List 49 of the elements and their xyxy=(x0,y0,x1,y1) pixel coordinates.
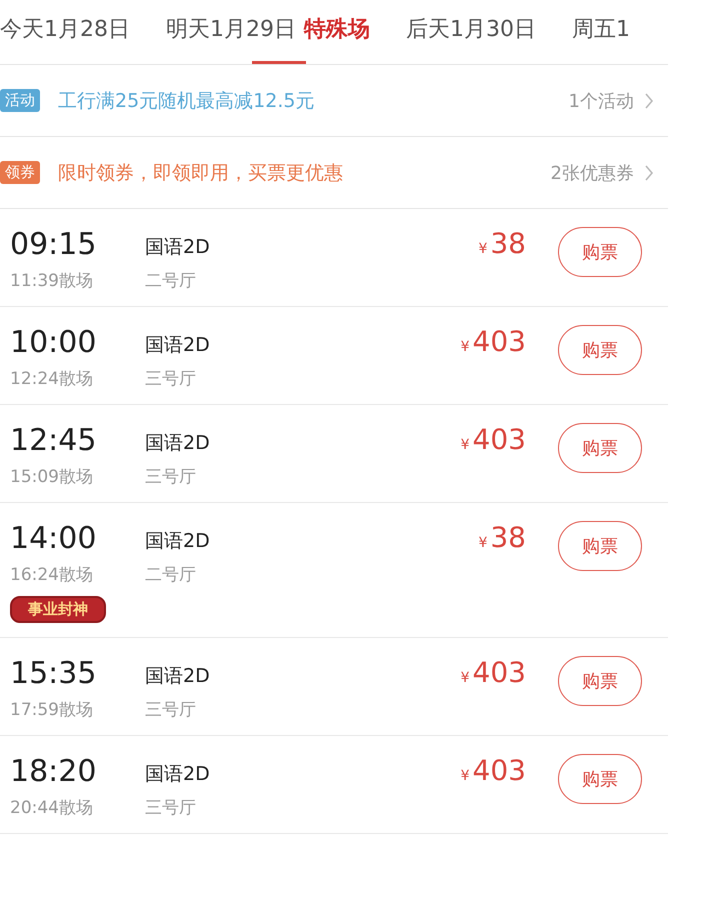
buy-ticket-button[interactable]: 购票 xyxy=(558,227,642,277)
price: ¥38 xyxy=(478,227,526,260)
buy-ticket-button[interactable]: 购票 xyxy=(558,656,642,706)
end-time: 12:24散场 xyxy=(10,368,93,390)
start-time: 12:45 xyxy=(10,423,96,459)
start-time: 18:20 xyxy=(10,754,96,790)
end-time: 11:39散场 xyxy=(10,270,93,292)
chevron-right-icon xyxy=(644,92,654,110)
promo-text: 工行满25元随机最高减12.5元 xyxy=(58,88,316,114)
end-time: 15:09散场 xyxy=(10,466,93,488)
end-time: 16:24散场 xyxy=(10,564,93,586)
language-format: 国语2D xyxy=(145,235,210,260)
hall-name: 二号厅 xyxy=(145,564,196,586)
buy-ticket-button[interactable]: 购票 xyxy=(558,423,642,473)
language-format: 国语2D xyxy=(145,529,210,554)
language-format: 国语2D xyxy=(145,762,210,787)
date-tab[interactable]: 后天1月30日 xyxy=(406,0,536,64)
start-time: 10:00 xyxy=(10,325,96,361)
language-format: 国语2D xyxy=(145,333,210,358)
promo-badge: 领券 xyxy=(0,161,40,184)
promo-text: 限时领券，即领即用，买票更优惠 xyxy=(58,160,344,186)
buy-ticket-button[interactable]: 购票 xyxy=(558,754,642,804)
hall-name: 二号厅 xyxy=(145,270,196,292)
date-tab[interactable]: 今天1月28日 xyxy=(0,0,130,64)
start-time: 14:00 xyxy=(10,521,96,557)
date-tab[interactable]: 明天1月29日 特殊场 xyxy=(166,0,370,64)
hall-name: 三号厅 xyxy=(145,368,196,390)
price: ¥403 xyxy=(460,656,526,689)
buy-ticket-button[interactable]: 购票 xyxy=(558,325,642,375)
start-time: 09:15 xyxy=(10,227,96,263)
end-time: 17:59散场 xyxy=(10,699,93,721)
price: ¥403 xyxy=(460,423,526,456)
hall-name: 三号厅 xyxy=(145,466,196,488)
price: ¥38 xyxy=(478,521,526,554)
promo-badge: 活动 xyxy=(0,89,40,112)
start-time: 15:35 xyxy=(10,656,96,692)
language-format: 国语2D xyxy=(145,664,210,689)
end-time: 20:44散场 xyxy=(10,797,93,819)
hall-name: 三号厅 xyxy=(145,797,196,819)
buy-ticket-button[interactable]: 购票 xyxy=(558,521,642,571)
price: ¥403 xyxy=(460,754,526,787)
promo-link[interactable]: 1个活动 xyxy=(568,88,634,112)
price: ¥403 xyxy=(460,325,526,358)
promo-badge: 事业封神 xyxy=(10,596,106,623)
date-tab[interactable]: 周五1 xyxy=(572,0,630,64)
promo-link[interactable]: 2张优惠券 xyxy=(550,160,634,184)
chevron-right-icon xyxy=(644,164,654,182)
language-format: 国语2D xyxy=(145,431,210,456)
hall-name: 三号厅 xyxy=(145,699,196,721)
